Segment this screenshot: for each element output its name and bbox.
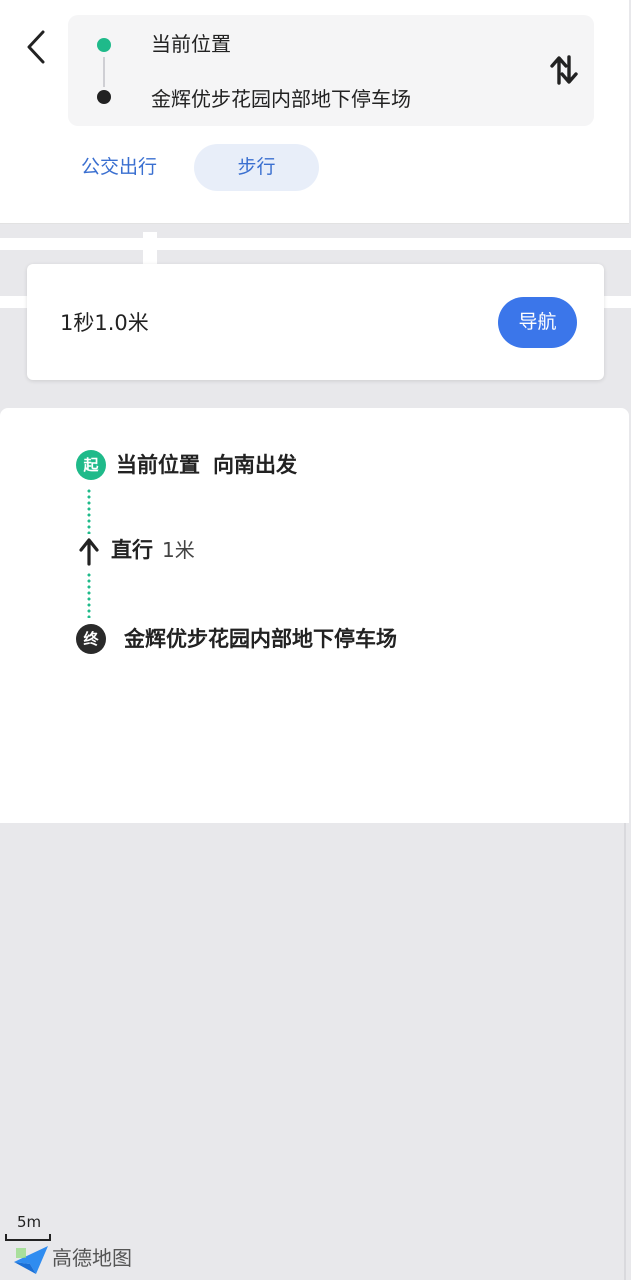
- step-distance: 1米: [162, 538, 195, 562]
- route-summary-text: 1秒1.0米: [60, 311, 149, 335]
- start-badge: 起: [76, 450, 106, 480]
- map-scale-bar: [5, 1234, 51, 1241]
- end-badge: 终: [76, 624, 106, 654]
- swap-icon: [550, 55, 578, 85]
- map-road: [0, 238, 631, 250]
- route-dots: [87, 488, 91, 534]
- back-button[interactable]: [16, 24, 56, 70]
- end-location-field[interactable]: 金辉优步花园内部地下停车场: [151, 85, 411, 113]
- end-point-icon: [97, 90, 111, 104]
- tab-walk[interactable]: 步行: [194, 144, 319, 191]
- step-start-name: 当前位置: [116, 453, 200, 477]
- chevron-left-icon: [27, 30, 45, 64]
- swap-route-button[interactable]: [548, 53, 580, 87]
- step-start-direction: 向南出发: [213, 453, 297, 477]
- start-point-icon: [97, 38, 111, 52]
- route-steps-panel: 起 当前位置 向南出发 直行 1米 终 金辉优步花园内部地下停车场: [0, 408, 629, 823]
- navigate-button[interactable]: 导航: [498, 297, 577, 348]
- map-scale-label: 5m: [17, 1213, 42, 1231]
- step-end-name: 金辉优步花园内部地下停车场: [124, 627, 397, 651]
- amap-logo-icon: [14, 1246, 48, 1274]
- route-input-box: 当前位置 金辉优步花园内部地下停车场: [68, 15, 594, 126]
- arrow-up-icon: [79, 538, 99, 566]
- route-dots: [87, 572, 91, 618]
- start-location-field[interactable]: 当前位置: [151, 30, 231, 58]
- route-header: 当前位置 金辉优步花园内部地下停车场 公交出行 步行: [0, 0, 629, 224]
- route-summary-card: 1秒1.0米 导航: [27, 264, 604, 380]
- map-edge: [624, 823, 626, 1280]
- step-action: 直行: [111, 538, 153, 562]
- amap-logo-text: 高德地图: [52, 1246, 132, 1270]
- route-connector: [103, 57, 105, 87]
- tab-transit[interactable]: 公交出行: [62, 144, 176, 191]
